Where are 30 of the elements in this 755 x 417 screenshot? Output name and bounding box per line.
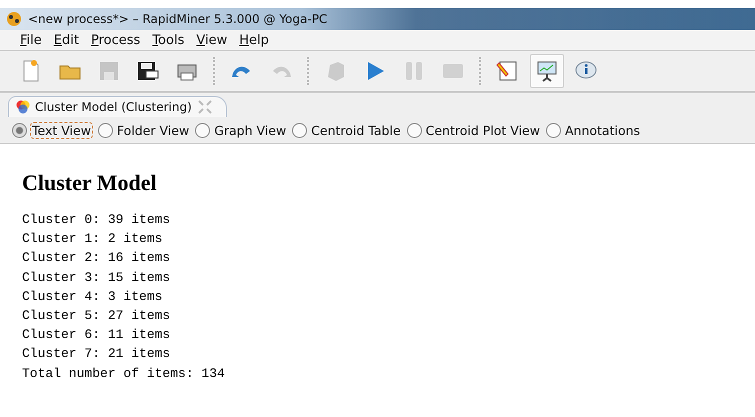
cluster-line: Cluster 0: 39 items — [22, 211, 172, 229]
menu-item[interactable]: Edit — [48, 32, 85, 48]
view-radio-button[interactable]: Folder View — [98, 122, 190, 138]
view-radio-button[interactable]: Text View — [12, 122, 92, 138]
view-radio-button[interactable]: Graph View — [195, 122, 286, 138]
view-radio-button[interactable]: Annotations — [546, 122, 640, 138]
color-circles-icon — [15, 99, 31, 115]
toolbar-button[interactable] — [530, 54, 564, 88]
app-logo-icon — [6, 11, 22, 27]
model-heading: Cluster Model — [22, 170, 158, 196]
cluster-line: Cluster 1: 2 items — [22, 230, 164, 248]
menu-item[interactable]: File — [14, 32, 48, 48]
view-radio-button[interactable]: Centroid Plot View — [406, 122, 540, 138]
menu-item[interactable]: Help — [233, 32, 275, 48]
view-radio-button[interactable]: Centroid Table — [292, 122, 401, 138]
window-title: <new process*> – RapidMiner 5.3.000 @ Yoga-PC — [28, 12, 328, 26]
cluster-line: Cluster 2: 16 items — [22, 249, 172, 268]
floppy-disk-icon — [136, 59, 160, 83]
cluster-line: Cluster 4: 3 items — [22, 288, 164, 306]
maximize-icon[interactable] — [198, 100, 212, 114]
cluster-line: Cluster 6: 11 items — [22, 326, 172, 344]
menu-item[interactable]: View — [190, 32, 234, 48]
cluster-line: Total number of items: 134 — [22, 364, 226, 383]
menu-item[interactable]: Process — [84, 32, 146, 48]
result-tab[interactable]: Cluster Model (Clustering) — [8, 96, 227, 117]
menu-item[interactable]: Tools — [146, 32, 190, 48]
cluster-line: Cluster 5: 27 items — [22, 307, 172, 326]
cluster-line: Cluster 3: 15 items — [22, 268, 172, 287]
cluster-line: Cluster 7: 21 items — [22, 345, 172, 364]
chart-board-icon — [535, 59, 559, 83]
